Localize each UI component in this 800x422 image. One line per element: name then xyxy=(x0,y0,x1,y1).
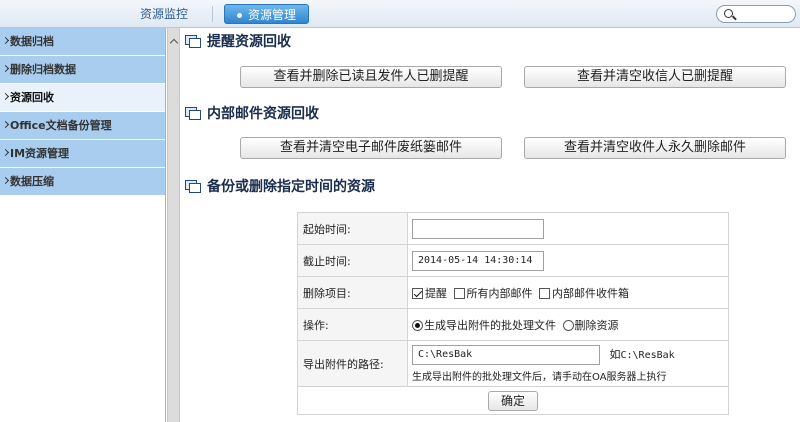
sidebar-item-delete-archive-data[interactable]: 删除归档数据 xyxy=(0,56,165,84)
end-time-input[interactable]: 2014-05-14 14:30:14 xyxy=(412,250,544,271)
start-time-input[interactable] xyxy=(412,218,544,239)
internal-inbox-checkbox-label: 内部邮件收件箱 xyxy=(552,286,629,300)
section-title-backup-text: 备份或删除指定时间的资源 xyxy=(207,179,375,195)
path-example-prefix: 如 xyxy=(609,348,621,361)
windows-icon xyxy=(185,107,201,120)
search-icon xyxy=(724,9,733,18)
start-time-label: 起始时间: xyxy=(297,212,408,245)
path-example: C:\ResBak xyxy=(620,350,675,361)
sidebar-item-data-archive[interactable]: 数据归档 xyxy=(0,28,165,56)
main-content: 提醒资源回收 查看并删除已读且发件人已删提醒 查看并清空收信人已删提醒 内部邮件… xyxy=(181,28,800,422)
delete-items-label: 删除项目: xyxy=(297,276,408,309)
all-internal-mail-checkbox-label: 所有内部邮件 xyxy=(466,286,533,300)
section-title-internal-mail-text: 内部邮件资源回收 xyxy=(207,106,319,122)
delete-resource-radio[interactable] xyxy=(562,319,574,331)
collapse-arrow-icon[interactable] xyxy=(169,38,179,48)
operation-label: 操作: xyxy=(297,308,408,341)
generate-batch-radio[interactable] xyxy=(412,319,423,331)
clear-trash-mail-button[interactable]: 查看并清空电子邮件废纸篓邮件 xyxy=(240,137,502,159)
sidebar-item-resource-recycle[interactable]: 资源回收 xyxy=(0,84,165,112)
end-time-label: 截止时间: xyxy=(297,244,408,277)
backup-delete-form: 起始时间: 截止时间: 2014-05-14 14:30:14 删除项目: 提醒… xyxy=(297,212,729,415)
confirm-button[interactable]: 确定 xyxy=(487,390,538,411)
sidebar-item-office-backup[interactable]: Office文档备份管理 xyxy=(0,112,165,140)
export-path-label: 导出附件的路径: xyxy=(297,340,408,387)
export-path-input[interactable]: C:\ResBak xyxy=(412,345,600,365)
tab-resource-management[interactable]: 资源管理 xyxy=(224,4,310,24)
section-title-reminder: 提醒资源回收 xyxy=(185,32,291,52)
tab-divider xyxy=(212,6,213,22)
windows-icon xyxy=(185,35,201,48)
section-title-reminder-text: 提醒资源回收 xyxy=(207,34,291,50)
delete-read-reminders-button[interactable]: 查看并删除已读且发件人已删提醒 xyxy=(240,66,502,88)
tab-resource-monitor[interactable]: 资源监控 xyxy=(128,4,200,24)
sidebar: 数据归档 删除归档数据 资源回收 Office文档备份管理 IM资源管理 数据压… xyxy=(0,28,166,422)
sidebar-item-data-compress[interactable]: 数据压缩 xyxy=(0,168,165,196)
clear-permanently-deleted-mail-button[interactable]: 查看并清空收件人永久删除邮件 xyxy=(524,137,786,159)
sidebar-item-im-resource[interactable]: IM资源管理 xyxy=(0,140,165,168)
active-dot-icon xyxy=(237,13,242,18)
reminder-checkbox-label: 提醒 xyxy=(425,286,447,300)
sidebar-splitter[interactable] xyxy=(167,28,180,422)
tab-resource-management-label: 资源管理 xyxy=(248,8,297,22)
section-title-backup: 备份或删除指定时间的资源 xyxy=(185,177,375,197)
top-navigation-bar: 资源监控 资源管理 xyxy=(0,0,800,28)
search-input[interactable] xyxy=(716,5,796,23)
section-title-internal-mail: 内部邮件资源回收 xyxy=(185,104,319,124)
all-internal-mail-checkbox[interactable] xyxy=(453,287,465,299)
generate-batch-radio-label: 生成导出附件的批处理文件 xyxy=(424,318,556,332)
path-hint: 生成导出附件的批处理文件后，请手动在OA服务器上执行 xyxy=(412,372,667,383)
windows-icon xyxy=(185,180,201,193)
delete-resource-radio-label: 删除资源 xyxy=(574,318,619,332)
clear-recipient-deleted-reminders-button[interactable]: 查看并清空收信人已删提醒 xyxy=(524,66,786,88)
internal-inbox-checkbox[interactable] xyxy=(539,287,550,299)
reminder-checkbox[interactable] xyxy=(412,287,423,299)
